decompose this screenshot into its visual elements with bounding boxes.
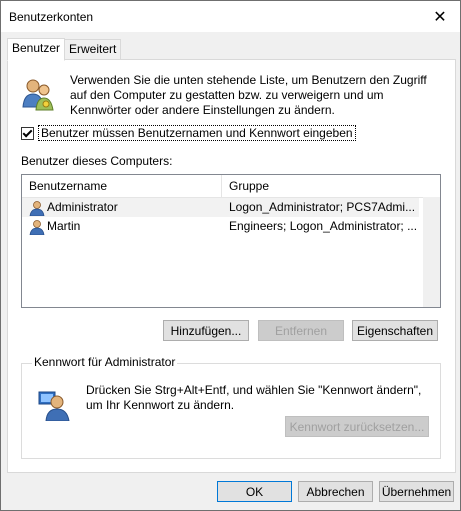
tab-panel-benutzer: Verwenden Sie die unten stehende Liste, … — [7, 59, 456, 473]
user-icon — [29, 201, 45, 216]
table-row[interactable]: Administrator Logon_Administrator; PCS7A… — [22, 198, 419, 217]
close-icon[interactable]: ✕ — [420, 1, 460, 32]
properties-button[interactable]: Eigenschaften — [352, 320, 438, 341]
ok-button[interactable]: OK — [217, 481, 292, 502]
users-list-label: Benutzer dieses Computers: — [21, 154, 173, 168]
title-bar: Benutzerkonten ✕ — [1, 1, 460, 32]
require-login-checkbox-row[interactable]: Benutzer müssen Benutzernamen und Kennwo… — [21, 125, 356, 141]
require-login-checkbox[interactable] — [21, 126, 34, 140]
cancel-button[interactable]: Abbrechen — [298, 481, 373, 502]
admin-password-text: Drücken Sie Strg+Alt+Entf, und wählen Si… — [86, 383, 422, 412]
column-header-group[interactable]: Gruppe — [222, 175, 440, 197]
username-cell: Administrator — [47, 200, 118, 214]
tab-erweitert[interactable]: Erweitert — [64, 39, 122, 60]
admin-password-group-label: Kennwort für Administrator — [32, 355, 178, 369]
group-cell: Engineers; Logon_Administrator; ... — [229, 219, 418, 233]
table-row[interactable]: Martin Engineers; Logon_Administrator; .… — [22, 217, 419, 236]
list-header: Benutzername Gruppe — [22, 175, 440, 198]
apply-button[interactable]: Übernehmen — [379, 481, 454, 502]
add-user-button[interactable]: Hinzufügen... — [163, 320, 249, 341]
admin-password-group: Kennwort für Administrator Drücken Sie S… — [21, 355, 441, 459]
user-accounts-window: Benutzerkonten ✕ Benutzer Erweitert Verw… — [0, 0, 461, 511]
group-cell: Logon_Administrator; PCS7Admi... — [229, 200, 416, 214]
reset-password-button[interactable]: Kennwort zurücksetzen... — [285, 416, 429, 437]
require-login-label[interactable]: Benutzer müssen Benutzernamen und Kennwo… — [38, 125, 356, 141]
username-cell: Martin — [47, 219, 81, 233]
admin-user-icon — [38, 391, 70, 421]
user-icon — [29, 220, 45, 235]
column-header-username[interactable]: Benutzername — [22, 175, 222, 197]
tab-benutzer[interactable]: Benutzer — [7, 38, 66, 61]
window-title: Benutzerkonten — [9, 10, 94, 24]
intro-text: Verwenden Sie die unten stehende Liste, … — [70, 73, 427, 117]
users-list[interactable]: Benutzername Gruppe Administrator Logon_… — [21, 174, 441, 308]
users-icon — [22, 79, 54, 111]
remove-user-button[interactable]: Entfernen — [258, 320, 344, 341]
list-scrollbar[interactable] — [423, 197, 440, 307]
